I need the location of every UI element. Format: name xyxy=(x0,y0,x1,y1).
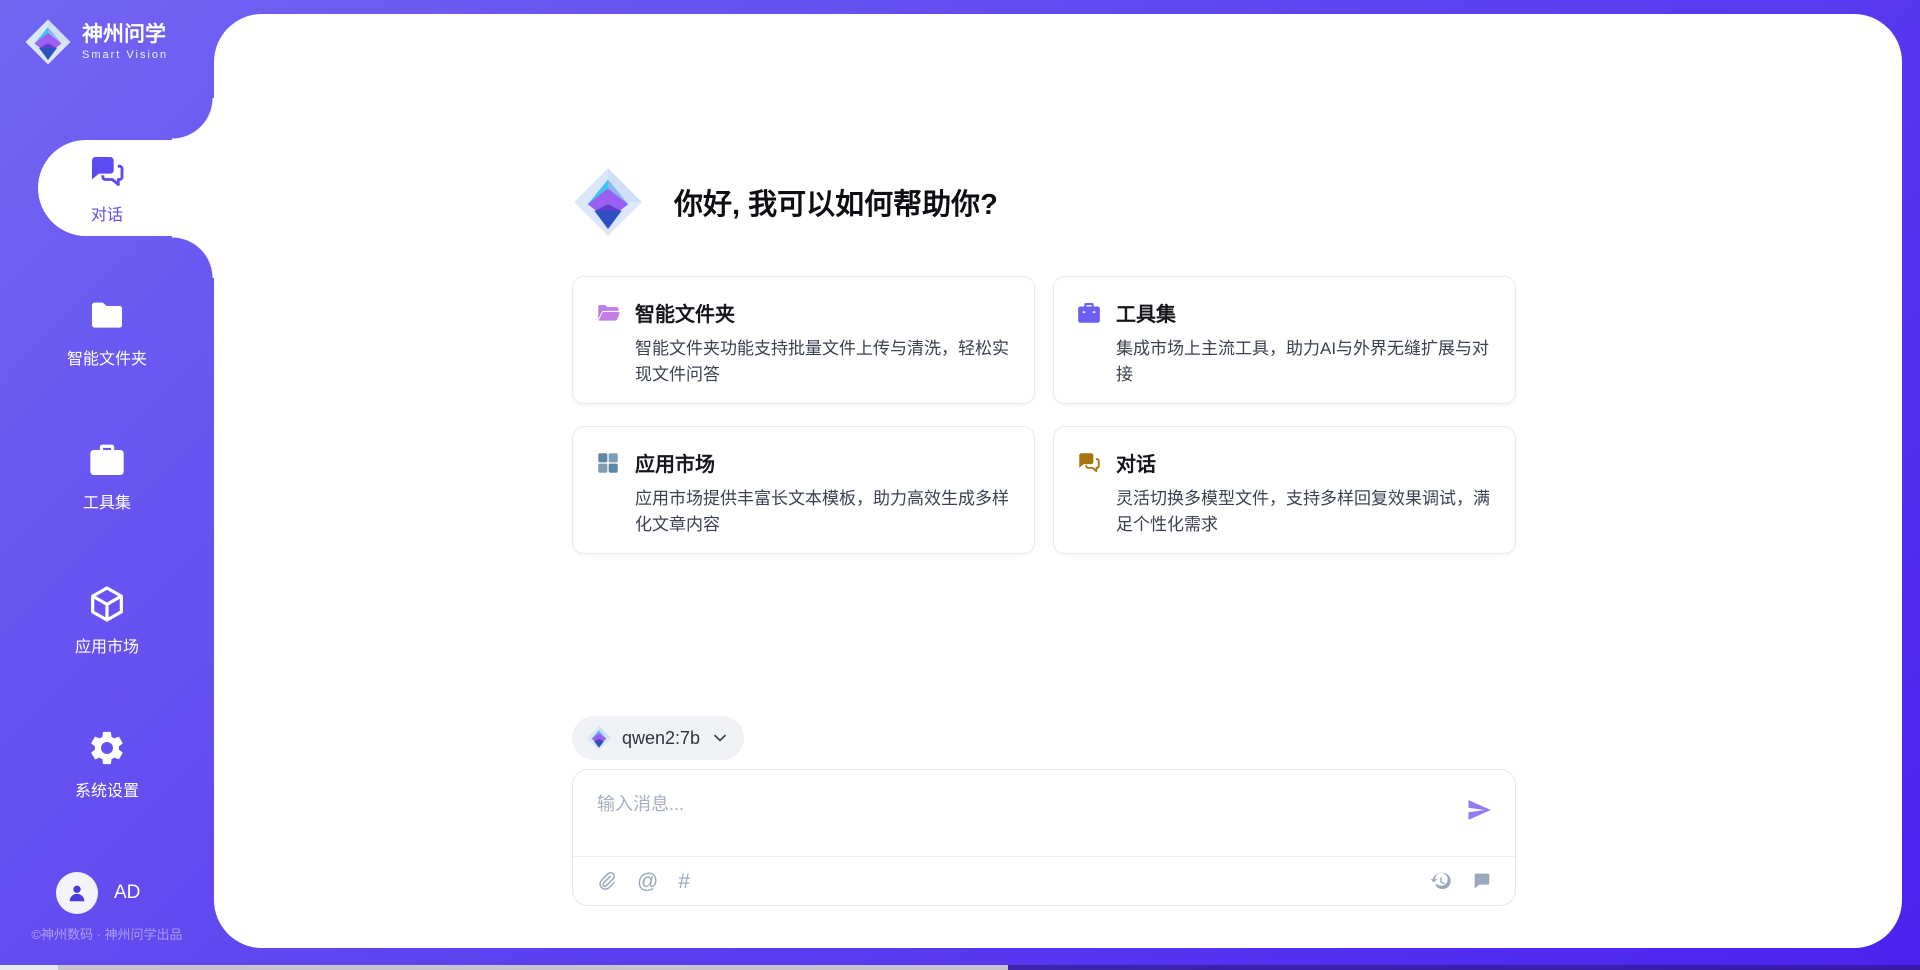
model-selector[interactable]: qwen2:7b xyxy=(572,716,744,760)
app-window: 你好, 我可以如何帮助你? 智能文件夹 智能文件夹功能支持批量文件上传与清洗，轻… xyxy=(0,0,1920,970)
model-name: qwen2:7b xyxy=(622,728,700,749)
card-title: 对话 xyxy=(1116,448,1156,477)
greeting-row: 你好, 我可以如何帮助你? xyxy=(572,166,998,238)
card-title: 智能文件夹 xyxy=(635,298,735,327)
sidebar: 神州问学 Smart Vision 对话 智能文件夹 工具集 应用市场 xyxy=(0,0,214,970)
card-description: 集成市场上主流工具，助力AI与外界无缝扩展与对接 xyxy=(1116,336,1493,387)
greeting-text: 你好, 我可以如何帮助你? xyxy=(674,181,998,223)
brand: 神州问学 Smart Vision xyxy=(24,18,168,66)
chat-bubbles-icon xyxy=(1076,450,1102,476)
card-title: 应用市场 xyxy=(635,448,715,477)
folder-icon xyxy=(87,296,127,336)
send-icon[interactable] xyxy=(1465,796,1493,824)
brand-diamond-icon xyxy=(572,166,644,238)
card-smart-folder[interactable]: 智能文件夹 智能文件夹功能支持批量文件上传与清洗，轻松实现文件问答 xyxy=(572,276,1035,404)
card-title: 工具集 xyxy=(1116,298,1176,327)
folder-open-icon xyxy=(595,300,621,326)
sidebar-nav: 对话 智能文件夹 工具集 应用市场 系统设置 xyxy=(0,140,214,860)
card-head: 工具集 xyxy=(1076,298,1493,327)
card-head: 智能文件夹 xyxy=(595,298,1012,327)
mention-icon[interactable]: @ xyxy=(637,871,658,892)
sidebar-item-label: 系统设置 xyxy=(75,777,139,801)
message-composer: @ # xyxy=(572,769,1516,906)
user-account[interactable]: AD xyxy=(56,872,140,914)
message-input[interactable] xyxy=(573,770,1413,850)
sidebar-item-smart-folder[interactable]: 智能文件夹 xyxy=(0,284,214,380)
sidebar-item-label: 应用市场 xyxy=(75,633,139,657)
brand-diamond-icon xyxy=(24,18,72,66)
main-content: 你好, 我可以如何帮助你? 智能文件夹 智能文件夹功能支持批量文件上传与清洗，轻… xyxy=(572,14,1516,948)
composer-toolbar: @ # xyxy=(573,857,1515,905)
card-toolset[interactable]: 工具集 集成市场上主流工具，助力AI与外界无缝扩展与对接 xyxy=(1053,276,1516,404)
horizontal-scrollbar[interactable] xyxy=(0,965,1920,970)
sidebar-item-toolset[interactable]: 工具集 xyxy=(0,428,214,524)
person-icon xyxy=(64,880,90,906)
cube-icon xyxy=(87,584,127,624)
grid-icon xyxy=(595,450,621,476)
chevron-down-icon xyxy=(710,728,730,748)
copyright-text: ©神州数码 · 神州问学出品 xyxy=(0,924,214,943)
sidebar-item-label: 智能文件夹 xyxy=(67,345,147,369)
scrollbar-track-cap xyxy=(0,965,58,970)
brand-name: 神州问学 xyxy=(82,23,168,47)
card-head: 应用市场 xyxy=(595,448,1012,477)
card-head: 对话 xyxy=(1076,448,1493,477)
card-description: 灵活切换多模型文件，支持多样回复效果调试，满足个性化需求 xyxy=(1116,486,1493,537)
history-icon[interactable] xyxy=(1429,870,1451,892)
paperclip-icon[interactable] xyxy=(595,870,617,892)
sidebar-item-settings[interactable]: 系统设置 xyxy=(0,716,214,812)
hash-icon[interactable]: # xyxy=(678,871,690,892)
sidebar-item-chat[interactable]: 对话 xyxy=(0,140,214,236)
logo-diamond-icon xyxy=(586,725,612,751)
main-panel: 你好, 我可以如何帮助你? 智能文件夹 智能文件夹功能支持批量文件上传与清洗，轻… xyxy=(214,14,1902,948)
briefcase-icon xyxy=(1076,300,1102,326)
brand-text: 神州问学 Smart Vision xyxy=(82,23,168,61)
card-description: 智能文件夹功能支持批量文件上传与清洗，轻松实现文件问答 xyxy=(635,336,1012,387)
sidebar-item-label: 工具集 xyxy=(83,489,131,513)
scrollbar-thumb[interactable] xyxy=(58,965,1008,970)
feature-cards: 智能文件夹 智能文件夹功能支持批量文件上传与清洗，轻松实现文件问答 工具集 集成… xyxy=(572,276,1516,554)
card-app-market[interactable]: 应用市场 应用市场提供丰富长文本模板，助力高效生成多样化文章内容 xyxy=(572,426,1035,554)
sidebar-item-label: 对话 xyxy=(91,201,123,225)
card-chat[interactable]: 对话 灵活切换多模型文件，支持多样回复效果调试，满足个性化需求 xyxy=(1053,426,1516,554)
chat-bubbles-icon xyxy=(87,152,127,192)
chat-bubble-icon[interactable] xyxy=(1471,870,1493,892)
avatar xyxy=(56,872,98,914)
card-description: 应用市场提供丰富长文本模板，助力高效生成多样化文章内容 xyxy=(635,486,1012,537)
user-initials: AD xyxy=(114,882,140,904)
sidebar-item-app-market[interactable]: 应用市场 xyxy=(0,572,214,668)
gear-icon xyxy=(87,728,127,768)
brand-subtitle: Smart Vision xyxy=(82,49,168,61)
briefcase-icon xyxy=(87,440,127,480)
